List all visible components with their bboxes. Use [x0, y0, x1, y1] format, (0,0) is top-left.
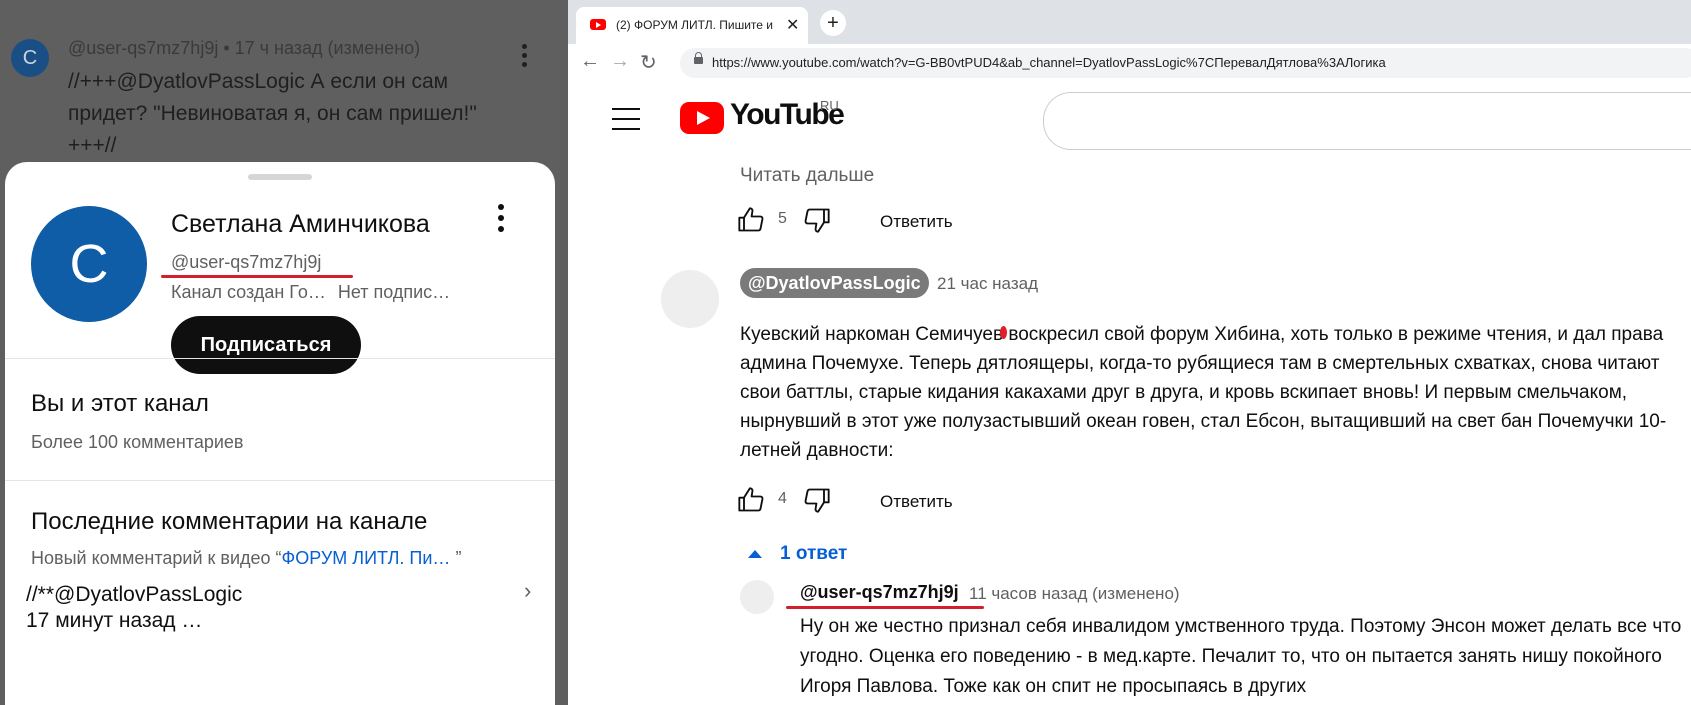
comment-text: Куевский наркоман Семичуев воскресил сво… — [740, 324, 1667, 461]
reload-icon[interactable]: ↻ — [640, 50, 657, 75]
chevron-right-icon[interactable]: › — [524, 578, 531, 604]
highlight-underline — [161, 275, 353, 278]
recent-prefix: Новый комментарий к видео “ — [31, 548, 282, 568]
forward-arrow-icon[interactable]: → — [610, 50, 630, 73]
reply-author[interactable]: @user-qs7mz7hj9j — [800, 582, 959, 603]
new-tab-button[interactable]: + — [820, 10, 846, 36]
comment-text: //+++@DyatlovPassLogic А если он сам при… — [68, 70, 477, 157]
youtube-favicon-icon — [590, 19, 606, 30]
like-count: 5 — [778, 210, 787, 227]
reply-time[interactable]: 11 часов назад (изменено) — [969, 584, 1180, 604]
reply-button[interactable]: Ответить — [880, 212, 953, 232]
reply-text: Ну он же честно признал себя инвалидом у… — [800, 616, 1682, 697]
channel-details: Канал создан Го… Нет подпис… — [171, 282, 450, 303]
replies-toggle-label: 1 ответ — [780, 543, 848, 564]
comments-count: Более 100 комментариев — [31, 432, 244, 452]
commenter-avatar[interactable]: C — [11, 39, 49, 77]
channel-created: Канал создан Го… — [171, 282, 326, 302]
thumb-up-icon[interactable] — [736, 206, 766, 234]
channel-handle: @user-qs7mz7hj9j — [171, 252, 322, 272]
more-vert-icon[interactable] — [522, 44, 528, 71]
drag-handle[interactable] — [248, 174, 312, 180]
divider — [5, 358, 555, 359]
background-comment: C @user-qs7mz7hj9j • 17 ч назад (изменен… — [0, 0, 568, 170]
more-vert-icon[interactable] — [498, 204, 506, 237]
lock-icon — [694, 52, 703, 64]
comment-avatar[interactable] — [661, 270, 719, 328]
tab-strip: (2) ФОРУМ ЛИТЛ. Пишите и чит ✕ + — [568, 0, 1691, 44]
video-link[interactable]: ФОРУМ ЛИТЛ. Пи… — [282, 548, 451, 568]
close-icon[interactable]: ✕ — [786, 15, 799, 35]
divider — [5, 480, 555, 481]
channel-name: Светлана Аминчикова — [171, 210, 430, 238]
youtube-header: YouTube RU — [568, 82, 1691, 158]
url-text[interactable]: https://www.youtube.com/watch?v=G-BB0vtP… — [712, 55, 1386, 70]
menu-icon[interactable] — [612, 108, 640, 138]
address-bar[interactable]: https://www.youtube.com/watch?v=G-BB0vtP… — [680, 48, 1691, 78]
youtube-logo-icon[interactable] — [680, 102, 724, 134]
channel-avatar[interactable]: C — [31, 206, 147, 322]
tab-title: (2) ФОРУМ ЛИТЛ. Пишите и чит — [616, 18, 776, 32]
recent-comment-text: //**@DyatlovPassLogic — [26, 583, 243, 606]
comment-time[interactable]: 21 час назад — [937, 274, 1038, 294]
like-count: 4 — [778, 490, 787, 507]
caret-up-icon — [748, 549, 762, 558]
reply-avatar[interactable] — [740, 580, 774, 614]
thumb-up-icon[interactable] — [736, 486, 766, 514]
comment-author[interactable]: @DyatlovPassLogic — [740, 268, 929, 298]
red-annotation-mark — [1000, 326, 1007, 339]
you-and-channel-title: Вы и этот канал — [31, 390, 209, 417]
navigation-bar: ← → ↻ https://www.youtube.com/watch?v=G-… — [568, 44, 1691, 83]
recent-suffix: ” — [450, 548, 462, 568]
region-code: RU — [820, 98, 839, 113]
recent-comments-title: Последние комментарии на канале — [31, 508, 428, 535]
replies-toggle[interactable]: 1 ответ — [748, 543, 847, 565]
thumb-down-icon[interactable] — [802, 206, 832, 234]
recent-comment-video: Новый комментарий к видео “ФОРУМ ЛИТЛ. П… — [31, 548, 461, 569]
recent-comment-item[interactable]: //**@DyatlovPassLogic 17 минут назад … — [26, 582, 242, 634]
read-more-link[interactable]: Читать дальше — [740, 165, 874, 187]
browser-window: (2) ФОРУМ ЛИТЛ. Пишите и чит ✕ + ← → ↻ h… — [568, 0, 1691, 705]
reply-button[interactable]: Ответить — [880, 492, 953, 512]
browser-tab[interactable]: (2) ФОРУМ ЛИТЛ. Пишите и чит ✕ — [576, 7, 808, 44]
subscribe-button[interactable]: Подписаться — [171, 316, 361, 374]
thumb-down-icon[interactable] — [802, 486, 832, 514]
channel-subscribers: Нет подпис… — [337, 282, 451, 302]
mobile-panel: C @user-qs7mz7hj9j • 17 ч назад (изменен… — [0, 0, 568, 705]
comment-meta: @user-qs7mz7hj9j • 17 ч назад (изменено) — [68, 38, 421, 58]
highlight-underline — [786, 606, 984, 609]
search-input[interactable] — [1043, 92, 1691, 150]
back-arrow-icon[interactable]: ← — [580, 50, 600, 73]
recent-comment-time: 17 минут назад … — [26, 609, 203, 632]
